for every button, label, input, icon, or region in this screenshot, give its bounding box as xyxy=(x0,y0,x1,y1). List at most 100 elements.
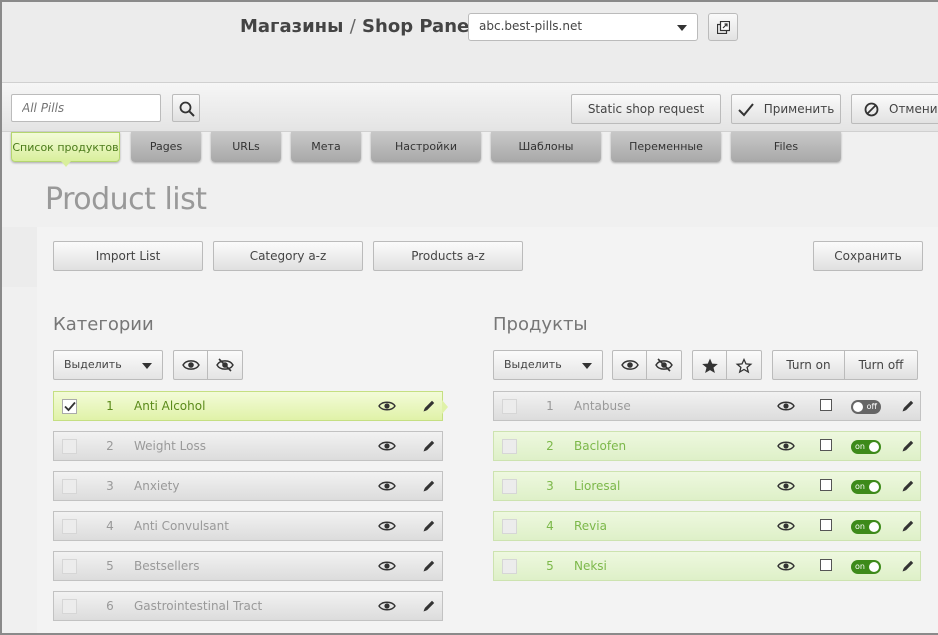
pencil-icon[interactable] xyxy=(422,519,436,536)
product-checkbox[interactable] xyxy=(820,559,832,571)
pencil-icon[interactable] xyxy=(901,519,915,536)
tab-meta[interactable]: Мета xyxy=(291,132,361,162)
row-checkbox[interactable] xyxy=(62,559,77,574)
turn-off-button[interactable]: Turn off xyxy=(844,350,918,380)
products-sort-button[interactable]: Products a-z xyxy=(373,241,523,271)
pencil-icon[interactable] xyxy=(901,399,915,416)
row-checkbox[interactable] xyxy=(62,479,77,494)
tab-product-list[interactable]: Список продуктов xyxy=(11,132,120,167)
products-unfeature-button[interactable] xyxy=(727,350,762,380)
eye-icon[interactable] xyxy=(378,600,396,615)
category-row[interactable]: 3 Anxiety xyxy=(53,471,443,501)
row-number: 3 xyxy=(106,479,114,493)
eye-icon[interactable] xyxy=(378,560,396,575)
row-checkbox[interactable] xyxy=(502,439,517,454)
eye-slash-icon xyxy=(655,358,673,372)
category-name: Anti Convulsant xyxy=(134,519,229,533)
row-checkbox[interactable] xyxy=(62,599,77,614)
status-toggle[interactable]: on xyxy=(851,560,881,574)
eye-icon[interactable] xyxy=(378,520,396,535)
cancel-button[interactable]: Отмени xyxy=(851,94,938,124)
row-checkbox[interactable] xyxy=(502,479,517,494)
search-button[interactable] xyxy=(172,94,200,122)
toggle-knob xyxy=(853,402,863,412)
eye-icon[interactable] xyxy=(777,520,795,535)
products-feature-button[interactable] xyxy=(692,350,727,380)
category-name: Gastrointestinal Tract xyxy=(134,599,263,613)
product-row[interactable]: 4 Revia on xyxy=(493,511,921,541)
product-row[interactable]: 5 Neksi on xyxy=(493,551,921,581)
static-shop-request-button[interactable]: Static shop request xyxy=(571,94,721,124)
category-row[interactable]: 1 Anti Alcohol xyxy=(53,391,443,421)
pencil-icon[interactable] xyxy=(901,439,915,456)
tab-variables[interactable]: Переменные xyxy=(611,132,721,162)
cancel-icon xyxy=(864,102,879,117)
tab-settings[interactable]: Настройки xyxy=(371,132,481,162)
pencil-icon[interactable] xyxy=(422,399,436,416)
category-row[interactable]: 4 Anti Convulsant xyxy=(53,511,443,541)
product-row[interactable]: 1 Antabuse off xyxy=(493,391,921,421)
toggle-label: on xyxy=(855,442,865,451)
status-toggle[interactable]: off xyxy=(851,400,881,414)
turn-on-button[interactable]: Turn on xyxy=(772,350,845,380)
pencil-icon[interactable] xyxy=(422,559,436,576)
category-name: Weight Loss xyxy=(134,439,206,453)
pencil-icon[interactable] xyxy=(422,479,436,496)
app-frame: Магазины / Shop Panel / abc.best-pills.n… xyxy=(0,0,938,635)
status-toggle[interactable]: on xyxy=(851,480,881,494)
eye-icon[interactable] xyxy=(777,560,795,575)
pencil-icon[interactable] xyxy=(901,479,915,496)
category-row[interactable]: 2 Weight Loss xyxy=(53,431,443,461)
product-name: Baclofen xyxy=(574,439,627,453)
row-checkbox[interactable] xyxy=(62,439,77,454)
apply-button[interactable]: Применить xyxy=(731,94,841,124)
pencil-icon[interactable] xyxy=(422,599,436,616)
save-button[interactable]: Сохранить xyxy=(813,241,923,271)
eye-icon xyxy=(621,360,639,370)
pencil-icon[interactable] xyxy=(422,439,436,456)
row-checkbox[interactable] xyxy=(62,399,77,414)
category-row[interactable]: 6 Gastrointestinal Tract xyxy=(53,591,443,621)
open-external-button[interactable] xyxy=(708,13,738,41)
search-input[interactable] xyxy=(11,94,161,122)
eye-icon[interactable] xyxy=(777,440,795,455)
products-select-dropdown[interactable]: Выделить xyxy=(493,350,603,380)
product-checkbox[interactable] xyxy=(820,519,832,531)
search-icon xyxy=(179,101,195,117)
products-show-button[interactable] xyxy=(612,350,647,380)
eye-icon[interactable] xyxy=(777,480,795,495)
tab-urls[interactable]: URLs xyxy=(211,132,281,162)
product-checkbox[interactable] xyxy=(820,399,832,411)
tab-pages[interactable]: Pages xyxy=(131,132,201,162)
row-checkbox[interactable] xyxy=(502,399,517,414)
categories-show-button[interactable] xyxy=(173,350,208,380)
product-row[interactable]: 3 Lioresal on xyxy=(493,471,921,501)
eye-icon[interactable] xyxy=(378,440,396,455)
row-number: 4 xyxy=(546,519,554,533)
eye-icon[interactable] xyxy=(378,480,396,495)
row-checkbox[interactable] xyxy=(502,559,517,574)
tab-files[interactable]: Files xyxy=(731,132,841,162)
page-title: Product list xyxy=(45,182,207,217)
row-checkbox[interactable] xyxy=(62,519,77,534)
category-sort-button[interactable]: Category a-z xyxy=(213,241,363,271)
eye-icon[interactable] xyxy=(777,400,795,415)
products-hide-button[interactable] xyxy=(647,350,682,380)
categories-select-dropdown[interactable]: Выделить xyxy=(53,350,163,380)
pencil-icon[interactable] xyxy=(901,559,915,576)
tab-templates[interactable]: Шаблоны xyxy=(491,132,601,162)
breadcrumb-shops[interactable]: Магазины xyxy=(240,16,343,37)
row-number: 1 xyxy=(546,399,554,413)
product-checkbox[interactable] xyxy=(820,439,832,451)
eye-icon[interactable] xyxy=(378,400,396,415)
status-toggle[interactable]: on xyxy=(851,520,881,534)
category-row[interactable]: 5 Bestsellers xyxy=(53,551,443,581)
product-checkbox[interactable] xyxy=(820,479,832,491)
import-list-button[interactable]: Import List xyxy=(53,241,203,271)
product-row[interactable]: 2 Baclofen on xyxy=(493,431,921,461)
categories-hide-button[interactable] xyxy=(208,350,243,380)
status-toggle[interactable]: on xyxy=(851,440,881,454)
shop-select[interactable]: abc.best-pills.net xyxy=(468,13,698,41)
row-checkbox[interactable] xyxy=(502,519,517,534)
product-name: Revia xyxy=(574,519,607,533)
